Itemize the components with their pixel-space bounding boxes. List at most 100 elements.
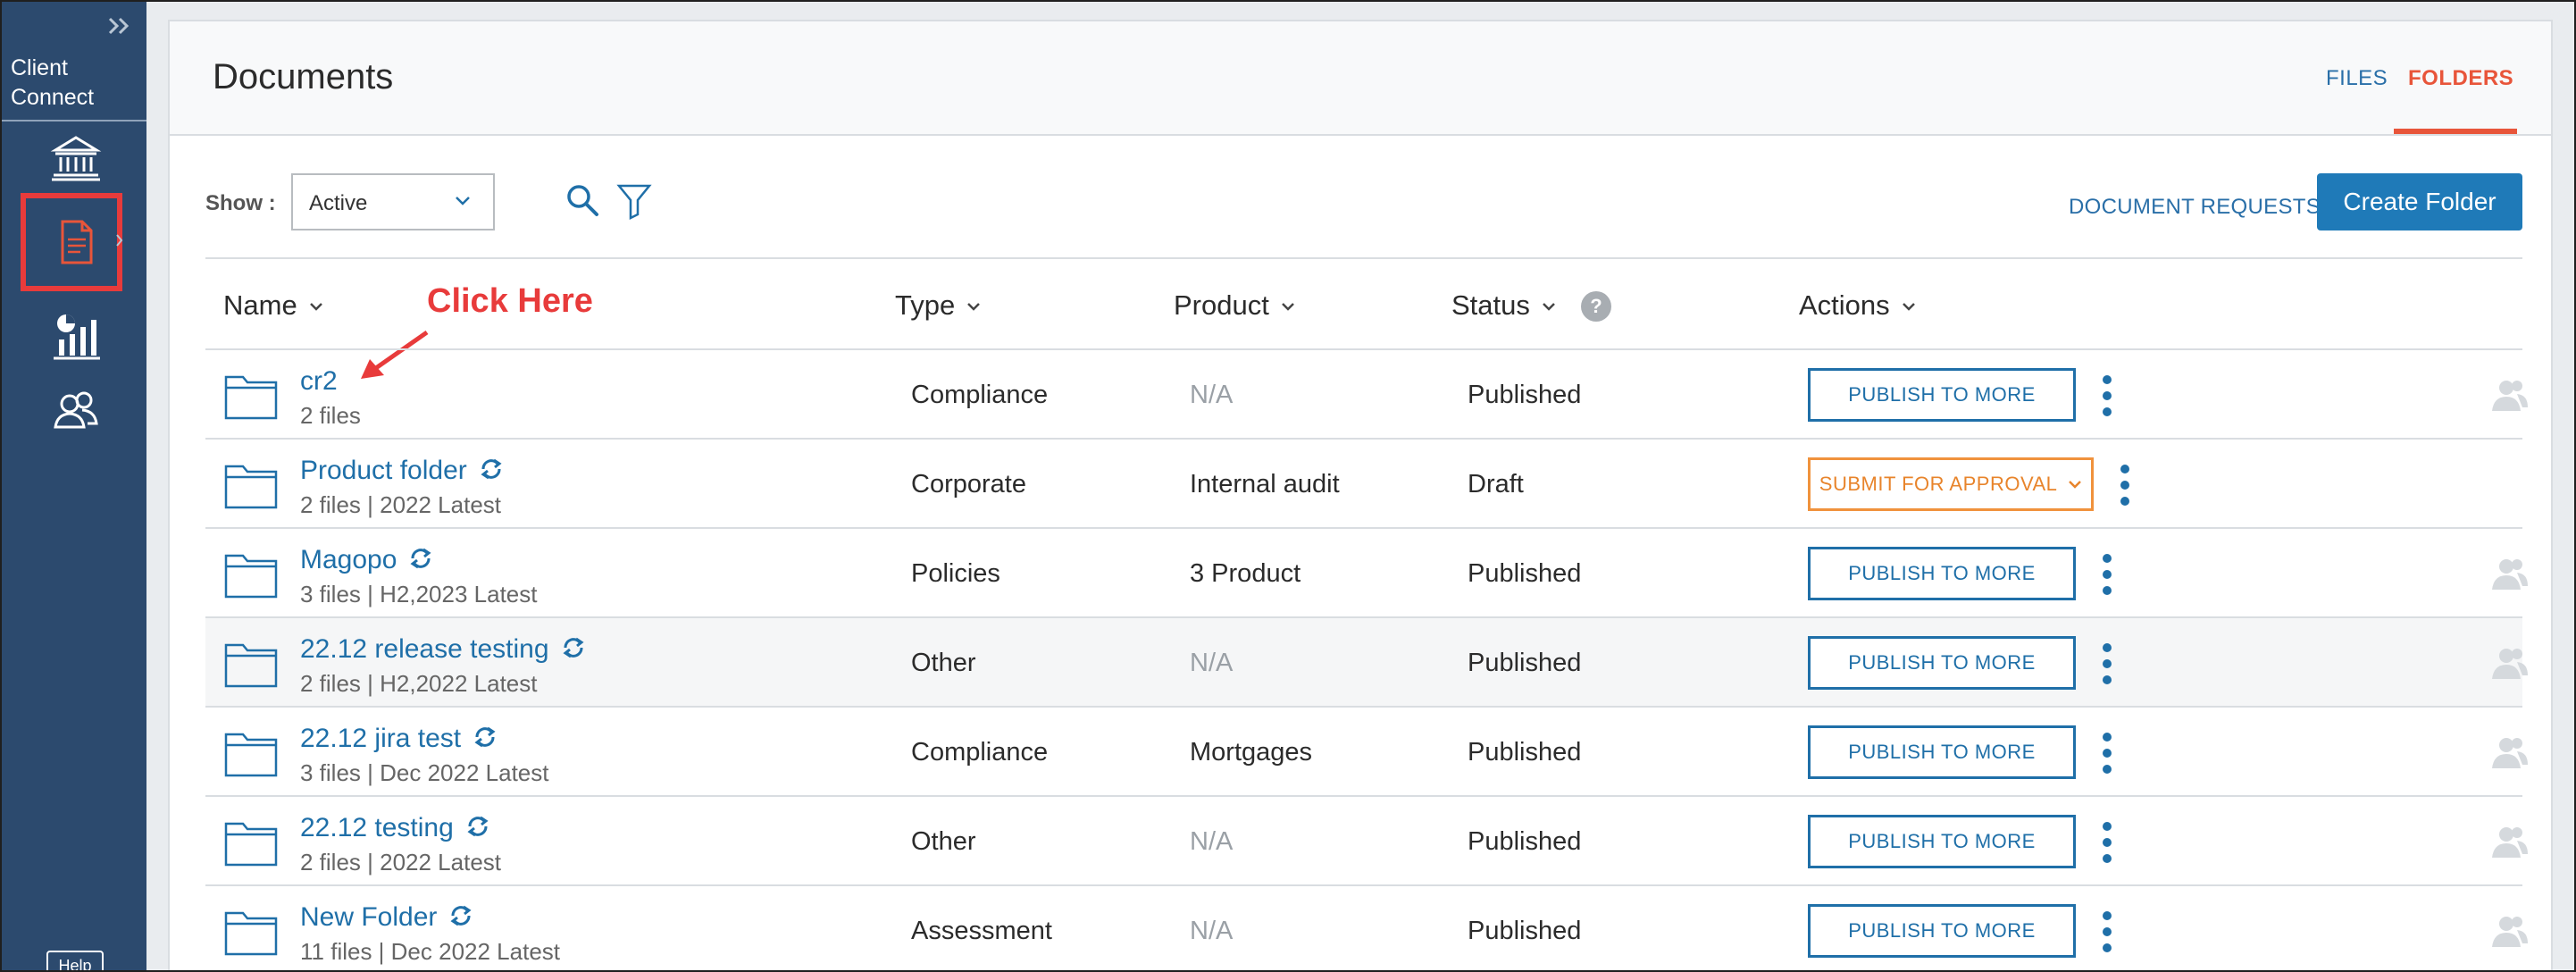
folder-meta: 3 files | Dec 2022 Latest [300,759,549,786]
publish-to-more-button[interactable]: PUBLISH TO MORE [1808,904,2076,958]
column-header-product[interactable]: Product [1174,289,1296,322]
status-cell: Published [1468,917,1582,945]
help-icon[interactable]: ? [1581,291,1611,322]
chevron-right-icon [116,234,123,247]
folder-icon [224,375,278,420]
filter-icon[interactable] [616,182,652,220]
publish-to-more-button[interactable]: PUBLISH TO MORE [1808,725,2076,779]
type-cell: Policies [911,559,1000,588]
sync-icon [410,548,431,569]
show-label: Show : [205,191,276,215]
tab-folders[interactable]: FOLDERS [2408,66,2513,91]
page-title: Documents [213,57,394,96]
type-cell: Corporate [911,470,1026,499]
folder-name-link[interactable]: 22.12 release testing [300,634,587,665]
type-cell: Compliance [911,738,1049,767]
tab-files[interactable]: FILES [2326,66,2388,91]
product-cell: N/A [1190,649,1234,677]
column-header-label: Product [1174,289,1269,321]
kebab-icon[interactable] [2101,820,2113,865]
folder-icon [224,554,278,599]
folder-icon [224,911,278,956]
user-icon[interactable] [2490,913,2530,949]
folder-name: Product folder [300,456,467,485]
folder-name: 22.12 jira test [300,724,462,753]
table-row: cr2 2 files Compliance N/A Published PUB… [205,348,2528,438]
app-window: Client Connect Help Documents FILES FOLD… [0,0,2576,972]
documents-panel: Documents FILES FOLDERS Show : Active DO… [168,20,2553,970]
kebab-icon[interactable] [2101,373,2113,418]
chevron-down-icon [2069,481,2082,489]
publish-to-more-button[interactable]: PUBLISH TO MORE [1808,547,2076,600]
chevron-down-icon [967,302,981,311]
column-header-label: Actions [1799,289,1890,321]
folder-meta: 2 files | H2,2022 Latest [300,670,538,697]
user-icon[interactable] [2490,734,2530,770]
folder-name: New Folder [300,902,438,932]
document-icon[interactable] [50,216,102,268]
folder-name: 22.12 testing [300,813,454,842]
folder-meta: 2 files [300,402,361,429]
kebab-icon[interactable] [2101,641,2113,686]
table-row: 22.12 testing 2 files | 2022 Latest Othe… [205,795,2528,884]
publish-to-more-button[interactable]: PUBLISH TO MORE [1808,636,2076,690]
column-header-name[interactable]: Name [223,289,324,322]
users-icon[interactable] [50,386,102,438]
submit-for-approval-button[interactable]: SUBMIT FOR APPROVAL [1808,457,2094,511]
sync-icon [467,816,489,837]
product-cell: N/A [1190,381,1234,409]
folder-name-link[interactable]: cr2 [300,366,338,397]
table-divider [205,257,2522,259]
kebab-icon[interactable] [2101,909,2113,954]
chevron-down-icon [1281,302,1294,311]
column-header-status[interactable]: Status [1451,289,1557,322]
folder-name: Magopo [300,545,397,574]
status-cell: Published [1468,559,1582,588]
user-icon[interactable] [2490,377,2530,413]
column-header-actions[interactable]: Actions [1799,289,1917,322]
column-header-label: Name [223,289,297,321]
user-icon[interactable] [2490,645,2530,681]
folder-name-link[interactable]: Product folder [300,456,505,486]
column-header-label: Type [895,289,956,321]
kebab-icon[interactable] [2101,552,2113,597]
kebab-icon[interactable] [2101,731,2113,775]
table-row: New Folder 11 files | Dec 2022 Latest As… [205,884,2528,970]
kebab-icon[interactable] [2119,463,2131,507]
folder-name-link[interactable]: 22.12 jira test [300,724,498,754]
sync-icon [450,905,472,926]
user-icon[interactable] [2490,824,2530,859]
folder-name-link[interactable]: Magopo [300,545,434,575]
type-cell: Other [911,649,976,677]
folder-name-link[interactable]: New Folder [300,902,474,933]
table-row: Product folder 2 files | 2022 Latest Cor… [205,438,2522,527]
folder-meta: 11 files | Dec 2022 Latest [300,938,561,965]
product-cell: 3 Product [1190,559,1301,588]
folder-meta: 2 files | 2022 Latest [300,849,502,876]
type-cell: Compliance [911,381,1049,409]
product-cell: Internal audit [1190,470,1340,499]
folder-name: cr2 [300,366,338,396]
bank-icon[interactable] [50,132,102,184]
sync-icon [562,637,584,658]
publish-to-more-button[interactable]: PUBLISH TO MORE [1808,815,2076,868]
collapse-icon[interactable] [106,14,133,38]
help-button[interactable]: Help [46,951,104,970]
show-select[interactable]: Active [291,173,495,230]
status-cell: Published [1468,738,1582,767]
folder-meta: 3 files | H2,2023 Latest [300,581,538,608]
brand-logo: Client Connect [11,54,94,113]
column-header-type[interactable]: Type [895,289,982,322]
folder-icon [224,733,278,777]
document-requests-link[interactable]: DOCUMENT REQUESTS [2069,195,2321,220]
product-cell: N/A [1190,827,1234,856]
search-icon[interactable] [565,182,600,218]
report-icon[interactable] [50,311,102,363]
folder-icon [224,465,278,509]
folder-name-link[interactable]: 22.12 testing [300,813,491,843]
publish-to-more-button[interactable]: PUBLISH TO MORE [1808,368,2076,422]
user-icon[interactable] [2490,556,2530,591]
table-row: 22.12 jira test 3 files | Dec 2022 Lates… [205,706,2528,795]
table-row: 22.12 release testing 2 files | H2,2022 … [205,616,2528,706]
create-folder-button[interactable]: Create Folder [2317,173,2522,230]
